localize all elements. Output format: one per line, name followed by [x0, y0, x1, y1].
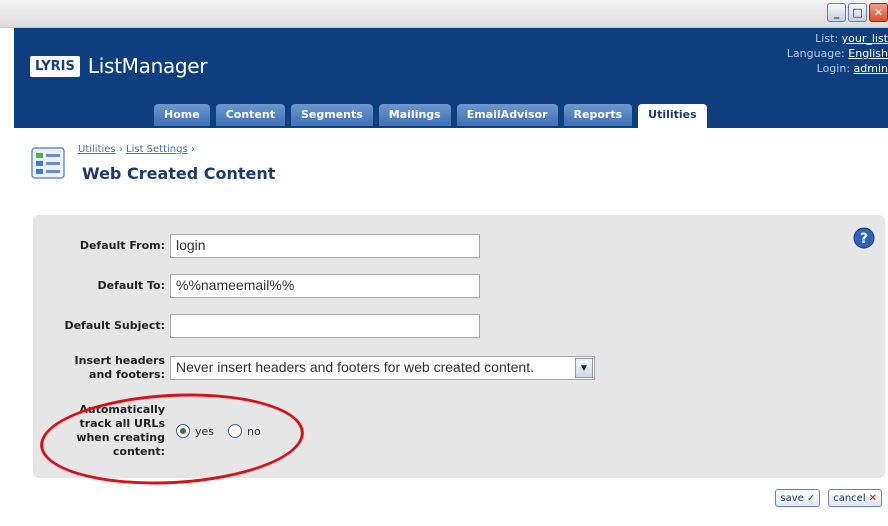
tab-reports[interactable]: Reports	[563, 104, 633, 126]
save-button[interactable]: save ✓	[775, 489, 821, 507]
window-controls: _ □ ✕	[827, 3, 888, 22]
track-urls-no-label: no	[247, 424, 261, 438]
tab-emailadvisor[interactable]: EmailAdvisor	[456, 104, 558, 126]
logo-badge: LYRIS	[30, 55, 80, 77]
radio-unselected-icon[interactable]	[228, 424, 243, 438]
tab-utilities[interactable]: Utilities	[638, 104, 707, 128]
track-urls-label-line4: content:	[112, 445, 165, 458]
default-to-label: Default To:	[97, 279, 166, 292]
maximize-button[interactable]: □	[848, 3, 867, 22]
track-urls-yes-label: yes	[195, 424, 215, 438]
checkmark-icon: ✓	[806, 492, 816, 504]
tab-home[interactable]: Home	[154, 104, 210, 126]
track-urls-radio-group: yes no	[176, 424, 261, 438]
save-label: save	[780, 492, 804, 504]
tab-content[interactable]: Content	[215, 104, 285, 126]
svg-text:?: ?	[860, 231, 868, 247]
page-title: Web Created Content	[82, 164, 276, 183]
insert-headers-row: Insert headers and footers: Never insert…	[33, 351, 633, 385]
default-subject-row: Default Subject:	[33, 313, 633, 339]
help-icon[interactable]: ?	[853, 227, 875, 249]
list-link[interactable]: your_list	[842, 32, 888, 45]
close-button[interactable]: ✕	[869, 3, 888, 22]
insert-headers-selected: Never insert headers and footers for web…	[176, 359, 534, 375]
default-to-row: Default To: %%nameemail%%	[33, 273, 633, 299]
track-urls-label-line2: track all URLs	[79, 417, 165, 430]
track-urls-label: Automatically track all URLs when creati…	[33, 403, 169, 459]
minimize-button[interactable]: _	[827, 3, 846, 22]
track-urls-no-option[interactable]: no	[228, 424, 261, 438]
cancel-button[interactable]: cancel ✕	[828, 489, 882, 507]
user-info: List: your_list Language: English Login:…	[787, 31, 888, 76]
language-link[interactable]: English	[848, 47, 888, 60]
login-link[interactable]: admin	[854, 62, 888, 75]
settings-form-panel: ? Default From: login Default To: %%name…	[33, 215, 885, 478]
close-icon: ✕	[868, 492, 877, 504]
radio-selected-icon[interactable]	[176, 424, 190, 438]
default-from-input[interactable]: login	[170, 234, 480, 258]
app-name: ListManager	[87, 54, 208, 78]
breadcrumb-list-settings[interactable]: List Settings	[126, 144, 188, 155]
breadcrumb-separator: ›	[118, 144, 123, 155]
default-from-label: Default From:	[79, 239, 165, 252]
form-actions: save ✓ cancel ✕	[775, 489, 882, 507]
default-from-row: Default From: login	[33, 233, 633, 259]
track-urls-yes-option[interactable]: yes	[176, 424, 214, 438]
language-label: Language:	[786, 47, 845, 60]
cancel-label: cancel	[833, 492, 866, 504]
breadcrumb: Utilities › List Settings ›	[78, 144, 195, 155]
insert-headers-select[interactable]: Never insert headers and footers for web…	[170, 356, 595, 380]
track-urls-label-line1: Automatically	[79, 403, 165, 416]
insert-headers-label-line1: Insert headers	[74, 354, 165, 367]
default-subject-input[interactable]	[170, 314, 480, 338]
track-urls-label-line3: when creating	[76, 431, 165, 444]
window-titlebar: _ □ ✕	[0, 0, 888, 28]
list-label: List:	[815, 32, 839, 45]
default-subject-label: Default Subject:	[64, 319, 165, 332]
main-tabs: Home Content Segments Mailings EmailAdvi…	[154, 104, 707, 128]
app-header: LYRIS ListManager List: your_list Langua…	[14, 28, 888, 128]
chevron-down-icon[interactable]: ▼	[575, 358, 593, 378]
insert-headers-label-line2: and footers:	[89, 368, 165, 381]
breadcrumb-utilities[interactable]: Utilities	[78, 144, 116, 155]
app-logo: LYRIS ListManager	[30, 54, 208, 78]
login-label: Login:	[816, 62, 851, 75]
insert-headers-label: Insert headers and footers:	[33, 354, 169, 382]
default-to-input[interactable]: %%nameemail%%	[170, 274, 480, 298]
breadcrumb-separator-trailing: ›	[190, 144, 195, 155]
settings-page-icon	[31, 147, 65, 179]
tab-segments[interactable]: Segments	[290, 104, 373, 126]
track-urls-row: Automatically track all URLs when creati…	[33, 401, 633, 461]
tab-mailings[interactable]: Mailings	[378, 104, 451, 126]
